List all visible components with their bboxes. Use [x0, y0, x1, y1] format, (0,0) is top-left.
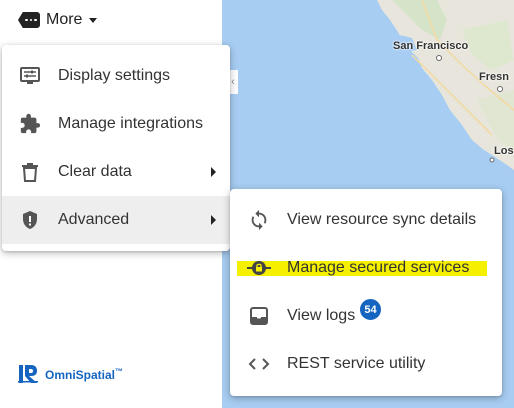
menu-item-display-settings[interactable]: Display settings [2, 52, 230, 100]
submenu-arrow-icon [211, 167, 216, 177]
menu-item-label: Manage integrations [58, 115, 203, 132]
submenu-item-label: View resource sync details [287, 211, 477, 228]
submenu-item-label: Manage secured services [287, 259, 470, 276]
menu-item-label: Advanced [58, 211, 130, 228]
brand-name: OmniSpatial™ [45, 366, 124, 382]
map-label-los-angeles: Los [494, 145, 514, 157]
map-label-san-francisco: San Francisco [393, 40, 469, 52]
code-icon [247, 352, 271, 376]
caret-down-icon [89, 17, 98, 23]
trash-icon [18, 160, 42, 184]
advanced-submenu: View resource sync details Manage secure… [230, 189, 502, 396]
logs-count-badge: 54 [359, 298, 382, 321]
menu-item-label: Display settings [58, 67, 171, 84]
brand: OmniSpatial™ [17, 364, 123, 384]
menu-item-clear-data[interactable]: Clear data [2, 148, 230, 196]
display-settings-icon [18, 64, 42, 88]
more-tag-icon [18, 12, 40, 28]
submenu-item-manage-secured-services[interactable]: Manage secured services [230, 244, 502, 292]
shield-icon [18, 208, 42, 232]
more-label: More [46, 11, 83, 28]
submenu-item-view-resource-sync-details[interactable]: View resource sync details [230, 196, 502, 244]
menu-item-label: Clear data [58, 163, 132, 180]
brand-logo-icon [18, 365, 38, 383]
submenu-item-label: View logs [287, 307, 356, 324]
submenu-item-rest-service-utility[interactable]: REST service utility [230, 340, 502, 388]
puzzle-icon [18, 112, 42, 136]
submenu-item-view-logs[interactable]: View logs 54 [230, 292, 502, 340]
sync-icon [247, 208, 271, 232]
inbox-icon [247, 304, 271, 328]
more-button[interactable]: More [18, 9, 98, 31]
more-menu: Display settings Manage integrations Cle… [2, 45, 230, 251]
menu-item-advanced[interactable]: Advanced [2, 196, 230, 244]
submenu-arrow-icon [211, 215, 216, 225]
map-label-fresno: Fresn [479, 71, 509, 83]
menu-item-manage-integrations[interactable]: Manage integrations [2, 100, 230, 148]
lock-circle-icon [247, 256, 271, 280]
submenu-item-label: REST service utility [287, 355, 426, 372]
